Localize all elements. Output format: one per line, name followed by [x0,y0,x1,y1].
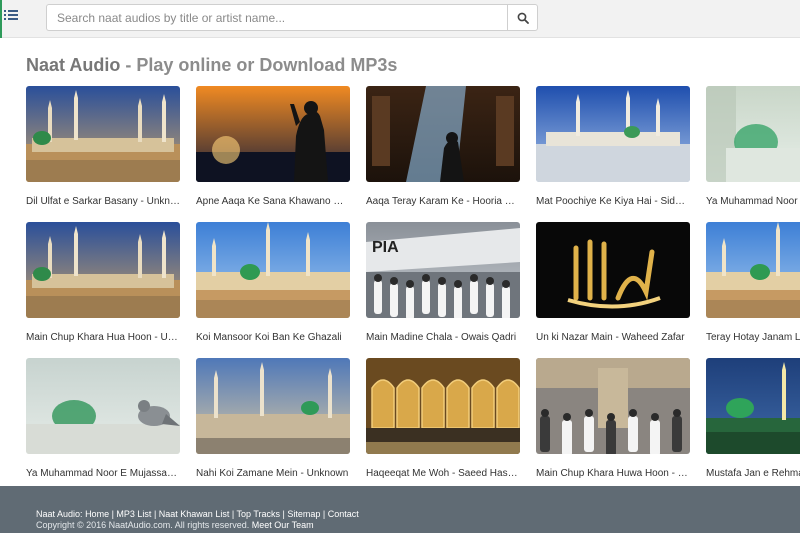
footer-links: Naat Audio: Home | MP3 List | Naat Khawa… [36,509,359,519]
page-title: Naat Audio - Play online or Download MP3… [26,55,397,76]
track-thumbnail[interactable] [366,358,520,454]
footer-link-mp3-list[interactable]: MP3 List [116,509,151,519]
track-title[interactable]: Mustafa Jan e Rehmat [706,468,800,479]
mosque-madinah-image [26,86,180,182]
track-title[interactable]: Main Madine Chala - Owais Qadri [366,332,520,343]
track-thumbnail[interactable] [26,222,180,318]
track-title[interactable]: Haqeeqat Me Woh - Saeed Hashmi [366,468,520,479]
track-title[interactable]: Un ki Nazar Main - Waheed Zafar [536,332,690,343]
pilgrims-interior-image [536,358,690,454]
copyright-text: Copyright © 2016 NaatAudio.com. All righ… [36,520,250,530]
green-dome-blur-image [706,86,800,182]
top-bar [0,0,800,38]
footer-link-contact[interactable]: Contact [328,509,359,519]
track-thumbnail[interactable] [196,222,350,318]
track-thumbnail[interactable] [706,222,800,318]
green-dome-night-image [706,358,800,454]
track-thumbnail[interactable]: PIA [366,222,520,318]
track-thumbnail[interactable] [536,86,690,182]
track-title[interactable]: Aaqa Teray Karam Ke - Hooria Faheem [366,196,520,207]
praying-sunset-image [196,86,350,182]
track-thumbnail[interactable] [196,358,350,454]
track-title[interactable]: Teray Hotay Janam Liya [706,332,800,343]
mosque-blue-sky-image [196,222,350,318]
track-title[interactable]: Main Chup Khara Hua Hoon - Unknown [26,332,180,343]
mosque-blue-sky-image [706,222,800,318]
track-title[interactable]: Dil Ulfat e Sarkar Basany - Unknown [26,196,180,207]
meet-our-team-link[interactable]: Meet Our Team [252,520,314,530]
accent-strip [0,0,2,38]
footer-copyright: Copyright © 2016 NaatAudio.com. All righ… [36,520,314,530]
praying-light-image [366,86,520,182]
mosque-interior-image [366,358,520,454]
track-thumbnail[interactable] [536,358,690,454]
footer-link-sitemap[interactable]: Sitemap [287,509,320,519]
sidebar-toggle-icon[interactable] [4,8,20,22]
mosque-evening-image [196,358,350,454]
page-title-brand: Naat Audio [26,55,121,75]
page: Naat Audio - Play online or Download MP3… [0,0,800,533]
search-button[interactable] [507,4,538,31]
track-thumbnail[interactable] [706,358,800,454]
search-input[interactable] [46,4,507,31]
track-thumbnail[interactable] [26,358,180,454]
mosque-madinah-image [26,222,180,318]
track-title[interactable]: Ya Muhammad Noor E Mujassam [706,196,800,207]
search-bar [46,4,538,31]
track-thumbnail[interactable] [26,86,180,182]
footer-link-naat-khawan-list[interactable]: Naat Khawan List [159,509,230,519]
track-title[interactable]: Apne Aaqa Ke Sana Khawano Ki Mehfil [196,196,350,207]
track-title[interactable]: Mat Poochiye Ke Kiya Hai - Siddique Isma… [536,196,690,207]
pilgrims-airplane-image: PIA [366,222,520,318]
footer: Naat Audio: Home | MP3 List | Naat Khawa… [0,486,800,533]
track-title[interactable]: Ya Muhammad Noor E Mujassam - Unknown [26,468,180,479]
track-title[interactable]: Koi Mansoor Koi Ban Ke Ghazali [196,332,350,343]
footer-link-home[interactable]: Home [85,509,109,519]
search-icon [517,12,529,24]
svg-text:PIA: PIA [372,239,399,256]
footer-brand: Naat Audio: [36,509,83,519]
track-title[interactable]: Main Chup Khara Huwa Hoon - Unknown [536,468,690,479]
track-thumbnail[interactable] [536,222,690,318]
track-thumbnail[interactable] [366,86,520,182]
footer-link-top-tracks[interactable]: Top Tracks [237,509,281,519]
allah-calligraphy-image [536,222,690,318]
track-title[interactable]: Nahi Koi Zamane Mein - Unknown [196,468,350,479]
page-title-subtitle: - Play online or Download MP3s [120,55,398,75]
mosque-plaza-image [536,86,690,182]
track-thumbnail[interactable] [196,86,350,182]
track-thumbnail[interactable] [706,86,800,182]
dome-pigeon-image [26,358,180,454]
